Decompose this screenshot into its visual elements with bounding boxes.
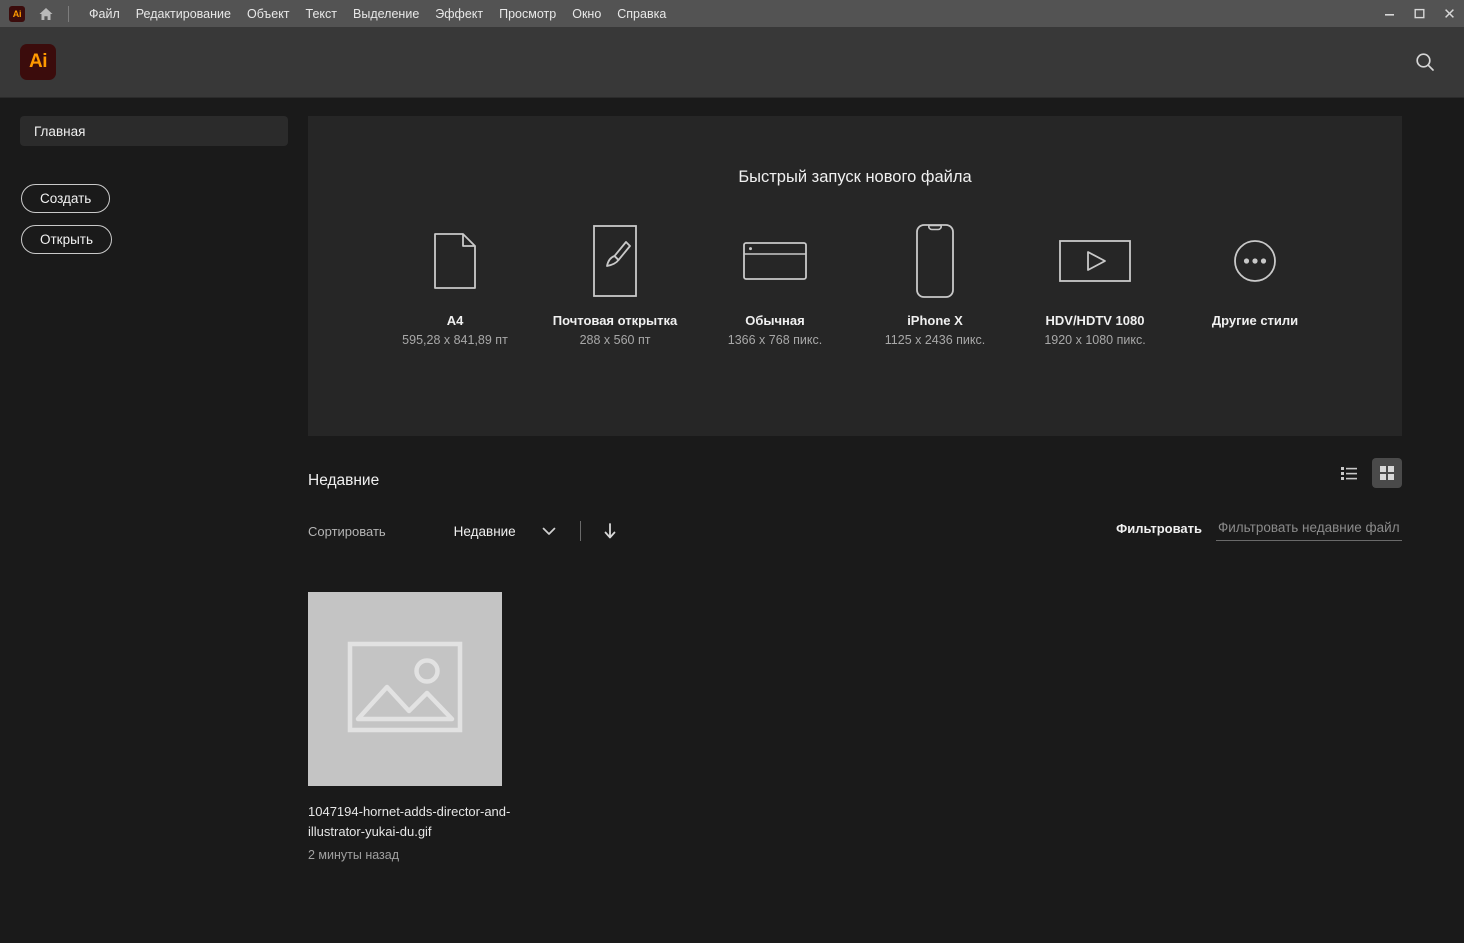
preset-more-styles-name: Другие стили	[1185, 313, 1325, 328]
preset-hdtv-1080-size: 1920 x 1080 пикс.	[1025, 333, 1165, 347]
preset-hdtv-1080-name: HDV/HDTV 1080	[1025, 313, 1165, 328]
menu-item-text[interactable]: Текст	[298, 3, 345, 25]
main-content: Быстрый запуск нового файла A4 595,28 x …	[308, 98, 1464, 943]
file-timestamp: 2 минуты назад	[308, 848, 512, 862]
menu-item-object[interactable]: Объект	[239, 3, 298, 25]
file-thumbnail[interactable]	[308, 592, 502, 786]
preset-web-common[interactable]: Обычная 1366 x 768 пикс.	[705, 219, 845, 347]
page-body: Главная Создать Открыть Быстрый запуск н…	[0, 98, 1464, 943]
sort-dropdown-value: Недавние	[454, 524, 516, 539]
recent-file-card[interactable]: 1047194-hornet-adds-director-and-illustr…	[308, 592, 512, 862]
maximize-button[interactable]	[1404, 0, 1434, 27]
sidebar-item-home[interactable]: Главная	[20, 116, 288, 146]
file-name: 1047194-hornet-adds-director-and-illustr…	[308, 802, 512, 842]
view-toggle-group	[1334, 458, 1402, 488]
preset-iphone-x-name: iPhone X	[865, 313, 1005, 328]
preset-iphone-x-size: 1125 x 2436 пикс.	[865, 333, 1005, 347]
search-icon[interactable]	[1406, 43, 1444, 81]
preset-hdtv-1080[interactable]: HDV/HDTV 1080 1920 x 1080 пикс.	[1025, 219, 1165, 347]
quick-start-title: Быстрый запуск нового файла	[308, 168, 1402, 187]
sidebar-actions: Создать Открыть	[0, 184, 308, 266]
menu-item-window[interactable]: Окно	[564, 3, 609, 25]
grid-view-icon[interactable]	[1372, 458, 1402, 488]
preset-a4-name: A4	[385, 313, 525, 328]
recent-header: Недавние	[308, 464, 1402, 498]
menu-item-help[interactable]: Справка	[609, 3, 674, 25]
home-icon[interactable]	[33, 0, 59, 27]
quick-start-panel: Быстрый запуск нового файла A4 595,28 x …	[308, 116, 1402, 436]
menu-item-file[interactable]: Файл	[81, 3, 128, 25]
filter-group: Фильтровать	[1116, 516, 1402, 541]
sidebar: Главная Создать Открыть	[0, 98, 308, 943]
browser-window-icon	[705, 219, 845, 303]
filter-input[interactable]	[1216, 516, 1402, 541]
minimize-button[interactable]	[1374, 0, 1404, 27]
sort-dropdown[interactable]: Недавние	[454, 524, 556, 539]
menu-item-view[interactable]: Просмотр	[491, 3, 564, 25]
window-controls	[1374, 0, 1464, 27]
image-placeholder-icon	[347, 641, 463, 738]
preset-postcard-size: 288 x 560 пт	[545, 333, 685, 347]
app-header: Ai	[0, 27, 1464, 98]
preset-list: A4 595,28 x 841,89 пт Почтовая открытка …	[308, 219, 1402, 347]
menu-item-edit[interactable]: Редактирование	[128, 3, 239, 25]
app-icon-small[interactable]: Ai	[9, 6, 25, 22]
recent-title: Недавние	[308, 472, 379, 490]
preset-postcard-name: Почтовая открытка	[545, 313, 685, 328]
recent-file-grid: 1047194-hornet-adds-director-and-illustr…	[308, 592, 1402, 862]
menu-item-effect[interactable]: Эффект	[427, 3, 491, 25]
create-button[interactable]: Создать	[21, 184, 110, 213]
menu-divider	[68, 6, 69, 22]
video-play-icon	[1025, 219, 1165, 303]
menu-item-select[interactable]: Выделение	[345, 3, 427, 25]
chevron-down-icon	[542, 524, 556, 539]
sidebar-item-home-label: Главная	[34, 124, 85, 139]
menu-items: Файл Редактирование Объект Текст Выделен…	[81, 3, 674, 25]
controls-divider	[580, 521, 581, 541]
ai-logo-icon[interactable]: Ai	[20, 44, 56, 80]
recent-controls: Сортировать Недавние Фильтровать	[308, 516, 1402, 546]
preset-web-common-name: Обычная	[705, 313, 845, 328]
preset-a4-size: 595,28 x 841,89 пт	[385, 333, 525, 347]
arrow-down-icon[interactable]	[603, 523, 617, 540]
close-button[interactable]	[1434, 0, 1464, 27]
list-view-icon[interactable]	[1334, 458, 1364, 488]
document-page-icon	[385, 219, 525, 303]
phone-icon	[865, 219, 1005, 303]
preset-postcard[interactable]: Почтовая открытка 288 x 560 пт	[545, 219, 685, 347]
preset-a4[interactable]: A4 595,28 x 841,89 пт	[385, 219, 525, 347]
preset-iphone-x[interactable]: iPhone X 1125 x 2436 пикс.	[865, 219, 1005, 347]
more-ellipsis-icon	[1185, 219, 1325, 303]
preset-more-styles[interactable]: Другие стили	[1185, 219, 1325, 333]
sort-label: Сортировать	[308, 524, 386, 539]
menu-bar: Ai Файл Редактирование Объект Текст Выде…	[0, 0, 1464, 27]
paintbrush-icon	[545, 219, 685, 303]
filter-label: Фильтровать	[1116, 521, 1202, 536]
preset-web-common-size: 1366 x 768 пикс.	[705, 333, 845, 347]
open-button[interactable]: Открыть	[21, 225, 112, 254]
